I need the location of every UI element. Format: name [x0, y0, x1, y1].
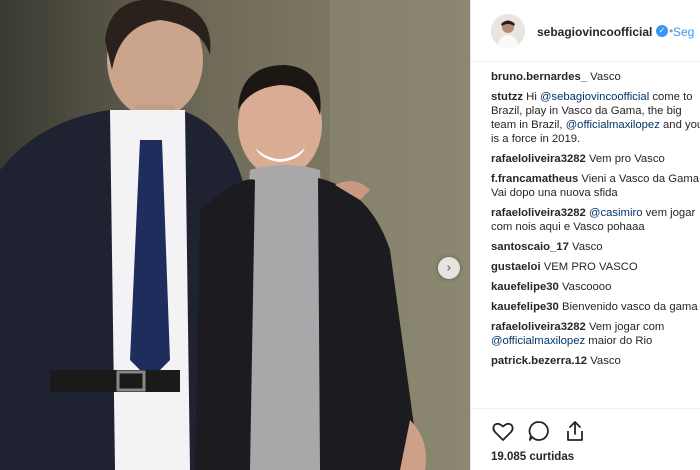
chevron-right-icon: ›	[446, 260, 452, 276]
post-username[interactable]: sebagiovincoofficial	[537, 25, 652, 39]
comment-username[interactable]: rafaeloliveira3282	[491, 153, 586, 165]
comment-username[interactable]: kauefelipe30	[491, 301, 559, 313]
comment-username[interactable]: rafaeloliveira3282	[491, 321, 586, 333]
avatar-image	[491, 14, 525, 48]
comment-text: Vasco	[568, 241, 603, 253]
comment-username[interactable]: bruno.bernardes_	[491, 71, 587, 83]
post-sidebar: sebagiovincoofficial ✓ • Seg bruno.berna…	[470, 0, 700, 470]
mention-link[interactable]: @sebagiovincoofficial	[540, 91, 649, 103]
heart-icon[interactable]	[491, 419, 515, 443]
post-header: sebagiovincoofficial ✓ • Seg	[471, 0, 700, 62]
comment-text: Vasco	[587, 355, 621, 367]
comment-text: maior do Rio	[585, 335, 653, 347]
post-actions: 19.085 curtidas	[471, 408, 700, 470]
comment-item: f.francamatheus Vieni a Vasco da Gama , …	[491, 172, 700, 200]
comment-username[interactable]: santoscaio_17	[491, 241, 569, 253]
likes-count[interactable]: 19.085 curtidas	[491, 451, 574, 463]
comment-item: kauefelipe30 Vascoooo	[491, 280, 700, 294]
post-image	[0, 0, 470, 470]
comment-item: rafaeloliveira3282 @casimiro vem jogar c…	[491, 206, 700, 234]
mention-link[interactable]: @officialmaxilopez	[566, 119, 660, 131]
comment-username[interactable]: kauefelipe30	[491, 281, 559, 293]
comment-text: Hi	[523, 91, 540, 103]
comment-text: Vascoooo	[558, 281, 612, 293]
share-icon[interactable]	[563, 419, 587, 443]
comment-item: patrick.bezerra.12 Vasco	[491, 354, 700, 368]
comment-item: kauefelipe30 Bienvenido vasco da gama	[491, 300, 700, 314]
avatar[interactable]	[491, 14, 525, 48]
comment-username[interactable]: rafaeloliveira3282	[491, 207, 586, 219]
mention-link[interactable]: @casimiro	[589, 207, 643, 219]
post-photo: ›	[0, 0, 470, 470]
comment-text: VEM PRO VASCO	[540, 261, 638, 273]
comments-list: bruno.bernardes_ Vasco stutzz Hi @sebagio…	[491, 64, 700, 410]
comment-username[interactable]: patrick.bezerra.12	[491, 355, 587, 367]
comment-icon[interactable]	[527, 419, 551, 443]
comment-username[interactable]: f.francamatheus	[491, 173, 578, 185]
comment-text: Vem jogar com	[585, 321, 665, 333]
verified-badge-icon: ✓	[656, 25, 668, 37]
comment-username[interactable]: gustaeloi	[491, 261, 541, 273]
follow-button[interactable]: Seg	[673, 25, 694, 39]
mention-link[interactable]: @officialmaxilopez	[491, 335, 585, 347]
comment-item: santoscaio_17 Vasco	[491, 240, 700, 254]
comment-item: bruno.bernardes_ Vasco	[491, 70, 700, 84]
comment-item: stutzz Hi @sebagiovincoofficial come to …	[491, 90, 700, 146]
comment-item: rafaeloliveira3282 Vem pro Vasco	[491, 152, 700, 166]
comment-username[interactable]: stutzz	[491, 91, 523, 103]
comment-item: gustaeloi VEM PRO VASCO	[491, 260, 700, 274]
comment-text: Bienvenido vasco da gama	[558, 301, 698, 313]
next-photo-button[interactable]: ›	[438, 257, 460, 279]
comment-text: Vem pro Vasco	[585, 153, 665, 165]
comment-text: Vasco	[587, 71, 621, 83]
comment-item: rafaeloliveira3282 Vem jogar com @offici…	[491, 320, 700, 348]
